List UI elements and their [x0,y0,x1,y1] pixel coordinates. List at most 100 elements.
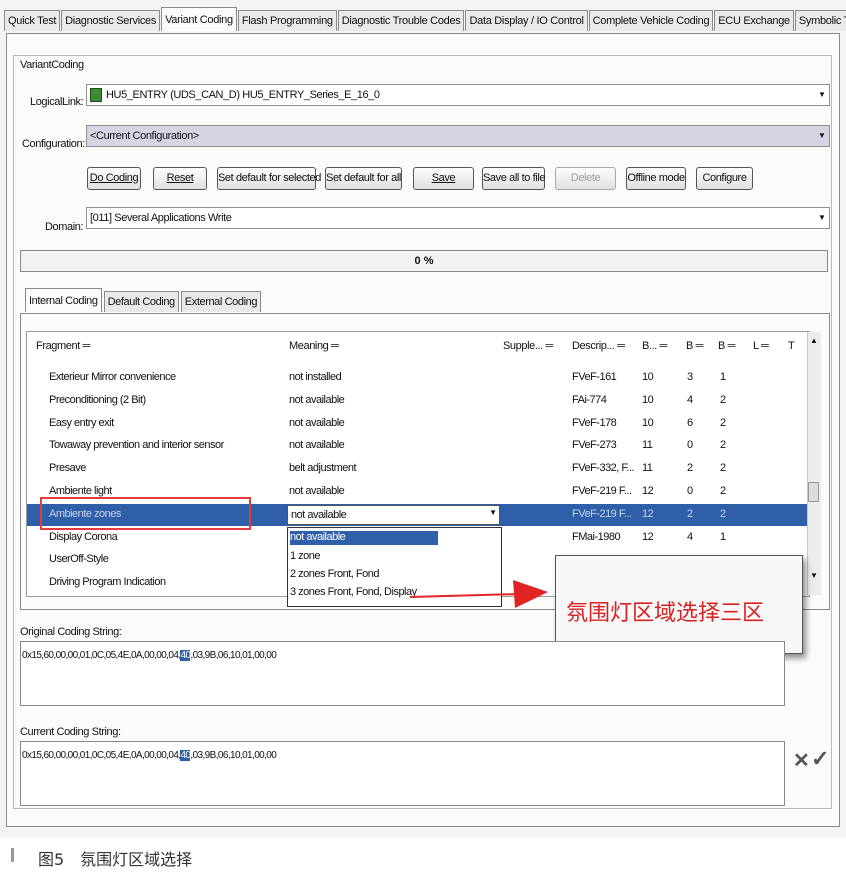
progress-bar: 0 % [20,250,828,272]
configure-button[interactable]: Configure [696,167,753,190]
save-all-to-file-button[interactable]: Save all to file [482,167,545,190]
dropdown-option[interactable]: not available [290,531,438,545]
configuration-value: <Current Configuration> [90,130,199,142]
tab-variant-coding[interactable]: Variant Coding [161,7,237,31]
red-arrow-icon [409,580,548,608]
table-row[interactable]: Towaway prevention and interior sensor no… [27,435,807,457]
fragment-cell: Presave [49,462,86,474]
description-cell: FVeF-273 [572,439,617,451]
grid-scrollbar[interactable]: ▲ ▼ [807,332,821,595]
dropdown-option[interactable]: 3 zones Front, Fond, Display [290,586,417,600]
description-cell: FMai-1980 [572,531,621,543]
dropdown-option[interactable]: 2 zones Front, Fond [290,568,379,582]
tab-ecu-exchange[interactable]: ECU Exchange [714,10,794,31]
bit-cell: 6 [687,417,693,429]
tab-diagnostic-services[interactable]: Diagnostic Services [61,10,161,31]
bit-length-cell: 1 [720,371,726,383]
column-header-l[interactable]: L ═ [753,340,769,352]
fragment-cell: Display Corona [49,531,118,543]
column-header-byte[interactable]: B... ═ [642,340,667,352]
fragment-cell: Preconditioning (2 Bit) [49,394,146,406]
dropdown-arrow-icon[interactable]: ▼ [817,212,827,224]
byte-cell: 10 [642,371,654,383]
highlighted-byte: 40 [180,750,191,761]
dropdown-option[interactable]: 1 zone [290,550,321,564]
table-row[interactable]: Easy entry exit not available FVeF-178 10 6 2 [27,413,807,435]
offline-mode-button[interactable]: Offline mode [626,167,686,190]
table-row[interactable]: Exterieur Mirror convenience not installe… [27,367,807,389]
description-cell: FVeF-219 F... [572,485,632,497]
description-cell: FAi-774 [572,394,607,406]
bit-length-cell: 2 [720,439,726,451]
column-header-meaning[interactable]: Meaning ═ [289,340,339,352]
column-header-description[interactable]: Descrip... ═ [572,340,625,352]
caption-bar [11,848,14,862]
byte-cell: 12 [642,508,654,520]
fragment-cell: Ambiente light [49,485,112,497]
meaning-cell: not available [289,394,345,406]
byte-cell: 12 [642,531,654,543]
column-header-fragment[interactable]: Fragment ═ [36,340,90,352]
annotation-text: 氛围灯区域选择三区 [566,601,765,626]
table-row[interactable]: Presave belt adjustment FVeF-332, F... 11 2 2 [27,458,807,480]
tab-flash-programming[interactable]: Flash Programming [237,10,337,31]
delete-button[interactable]: Delete [555,167,616,190]
column-header-supplement[interactable]: Supple... ═ [503,340,553,352]
scrollbar-thumb[interactable] [808,482,819,502]
tab-data-display-io-control[interactable]: Data Display / IO Control [465,10,588,31]
tab-default-coding[interactable]: Default Coding [103,291,179,312]
original-coding-string: 0x15,60,00,00,01,0C,05,4E,0A,00,00,04,40… [22,650,277,661]
meaning-edit-combo[interactable]: not available ▼ [287,505,500,525]
meaning-cell: not available [289,439,345,451]
reset-button[interactable]: Reset [153,167,207,190]
figure-caption: 图5 氛围灯区域选择 [38,850,193,869]
save-button[interactable]: Save [413,167,474,190]
bit-cell: 2 [687,508,693,520]
byte-cell: 11 [642,462,653,474]
progress-text: 0 % [414,255,434,267]
bit-length-cell: 2 [720,485,726,497]
tab-quick-test[interactable]: Quick Test [4,10,61,31]
configuration-combo[interactable]: <Current Configuration> ▼ [86,125,830,147]
domain-combo[interactable]: [011] Several Applications Write ▼ [86,207,830,229]
column-header-bit[interactable]: B ═ [686,340,703,352]
scroll-down-icon[interactable]: ▼ [810,571,818,580]
logical-link-value: HU5_ENTRY (UDS_CAN_D) HU5_ENTRY_Series_E… [106,89,380,101]
table-row[interactable]: Preconditioning (2 Bit) not available FAi-… [27,390,807,412]
bit-length-cell: 2 [720,394,726,406]
byte-cell: 12 [642,485,654,497]
dropdown-arrow-icon[interactable]: ▼ [817,130,827,142]
scroll-up-icon[interactable]: ▲ [810,336,818,345]
tab-internal-coding[interactable]: Internal Coding [25,288,102,312]
description-cell: FVeF-332, F... [572,462,635,474]
domain-label: Domain: [45,221,84,233]
group-title: VariantCoding [18,59,86,71]
tab-external-coding[interactable]: External Coding [180,291,262,312]
bit-length-cell: 1 [720,531,726,543]
byte-cell: 11 [642,439,653,451]
meaning-cell: not available [289,417,345,429]
column-header-t[interactable]: T [788,340,795,352]
discard-icon[interactable]: ✕ [793,748,810,773]
logical-link-combo[interactable]: HU5_ENTRY (UDS_CAN_D) HU5_ENTRY_Series_E… [86,84,830,106]
bit-cell: 2 [687,462,693,474]
dropdown-arrow-icon[interactable]: ▼ [489,508,497,517]
bit-length-cell: 2 [720,462,726,474]
tab-symbolic-trace[interactable]: Symbolic Trace [794,10,846,31]
fragment-cell: Easy entry exit [49,417,114,429]
bit-cell: 0 [687,439,693,451]
configuration-label: Configuration: [22,138,85,150]
set-default-selected-button[interactable]: Set default for selected [217,167,321,190]
ecu-icon [90,88,102,102]
bit-length-cell: 2 [720,508,726,520]
column-header-bit-length[interactable]: B ═ [718,340,735,352]
bit-length-cell: 2 [720,417,726,429]
do-coding-button[interactable]: Do Coding [87,167,141,190]
tab-complete-vehicle-coding[interactable]: Complete Vehicle Coding [588,10,714,31]
tab-diagnostic-trouble-codes[interactable]: Diagnostic Trouble Codes [337,10,465,31]
accept-icon[interactable]: ✓ [811,746,829,772]
dropdown-arrow-icon[interactable]: ▼ [817,89,827,101]
current-coding-string: 0x15,60,00,00,01,0C,05,4E,0A,00,00,04,40… [22,750,277,761]
set-default-all-button[interactable]: Set default for all [325,167,402,190]
current-coding-label: Current Coding String: [20,726,121,738]
